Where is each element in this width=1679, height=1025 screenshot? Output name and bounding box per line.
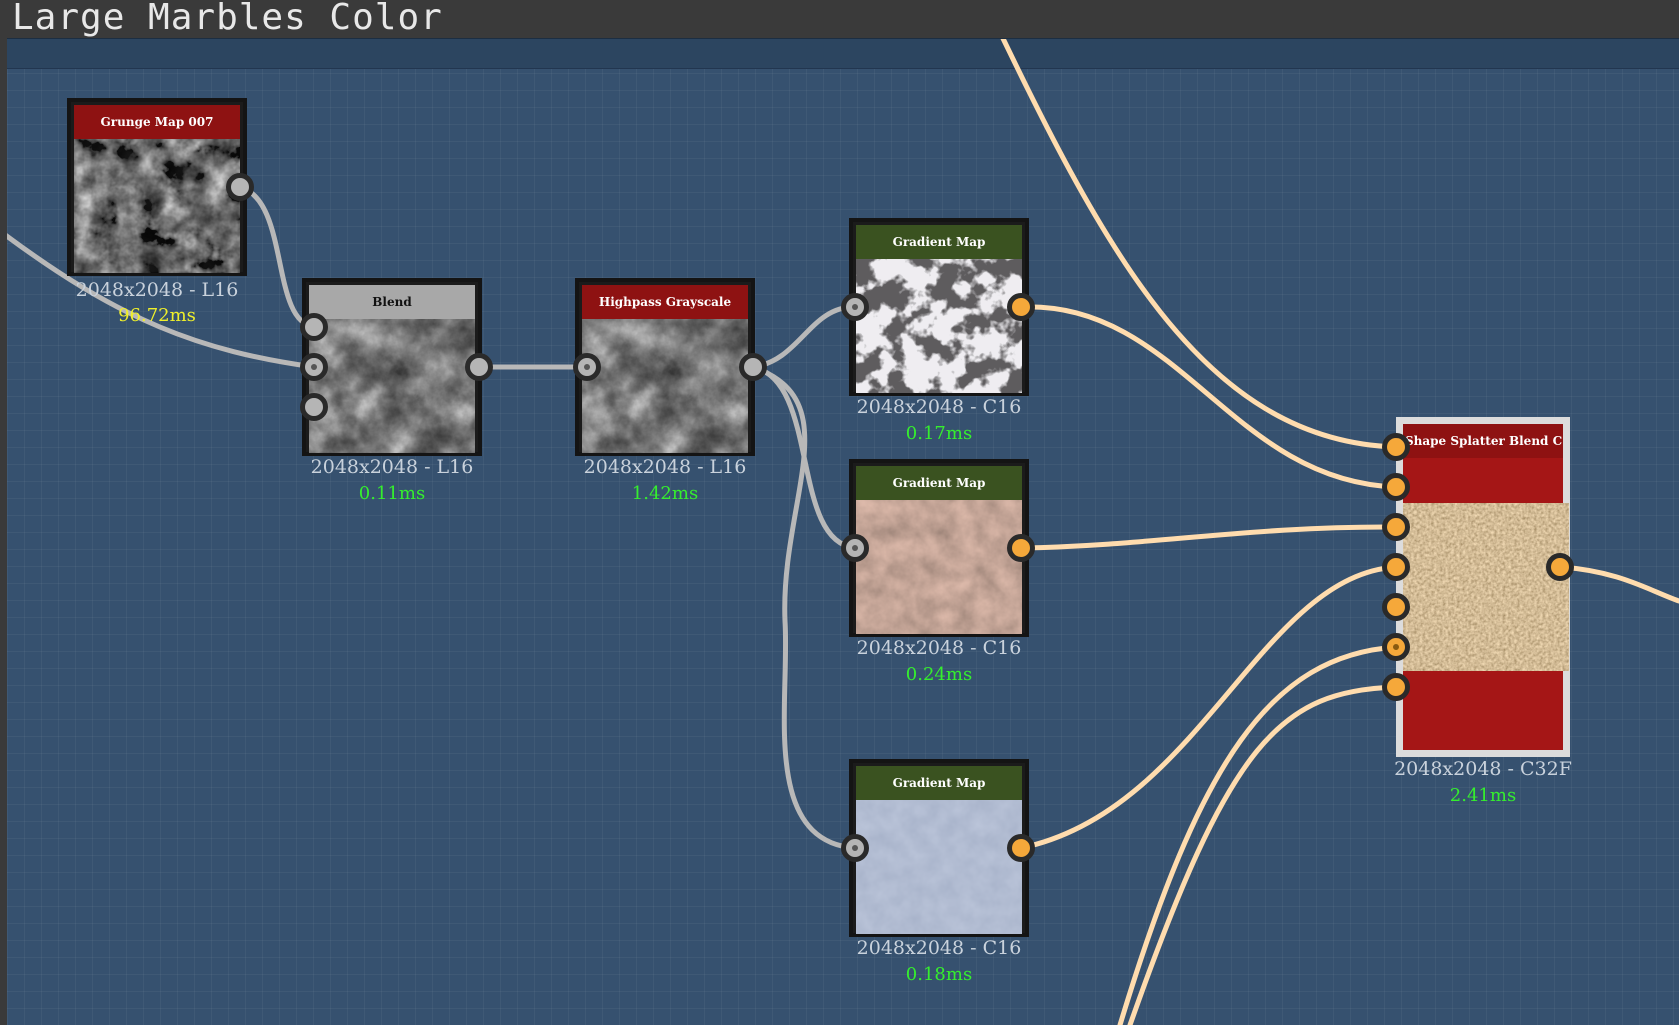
node-timing: 0.17ms xyxy=(905,423,973,444)
output-port[interactable] xyxy=(465,353,493,381)
output-port[interactable] xyxy=(1007,534,1035,562)
frame-title: Large Marbles Color xyxy=(12,0,443,38)
wire-gradient2-to-splatter xyxy=(1018,524,1399,551)
input-port-3[interactable] xyxy=(1382,513,1410,541)
input-port-background[interactable] xyxy=(300,353,328,381)
thumbnail-blend xyxy=(309,319,475,453)
input-port-mask[interactable] xyxy=(300,393,328,421)
node-timing: 2.41ms xyxy=(1449,785,1517,806)
node-timing: 0.18ms xyxy=(905,964,973,985)
node-grunge-map[interactable]: Grunge Map 007 xyxy=(67,98,247,276)
thumbnail-grunge xyxy=(74,139,240,273)
thumbnail-gradient-3 xyxy=(856,800,1022,934)
node-gradient-map-1[interactable]: Gradient Map xyxy=(849,218,1029,396)
node-title: Shape Splatter Blend C… xyxy=(1403,424,1563,458)
node-resolution: 2048x2048 - C32F xyxy=(1394,758,1572,780)
node-title: Grunge Map 007 xyxy=(74,105,240,139)
output-port[interactable] xyxy=(1546,553,1574,581)
output-port[interactable] xyxy=(226,173,254,201)
thumbnail-splatter xyxy=(1403,503,1569,671)
node-title: Blend xyxy=(309,285,475,319)
node-title: Gradient Map xyxy=(856,766,1022,800)
node-highpass-grayscale[interactable]: Highpass Grayscale xyxy=(575,278,755,456)
graph-canvas[interactable]: Grunge Map 007 2048x2048 - L16 96.72ms B… xyxy=(7,38,1679,1025)
input-port-foreground[interactable] xyxy=(300,313,328,341)
output-port[interactable] xyxy=(1007,834,1035,862)
node-shape-splatter-blend[interactable]: Shape Splatter Blend C… xyxy=(1396,417,1570,757)
wire-gradient3-to-splatter xyxy=(1018,564,1399,851)
node-timing: 96.72ms xyxy=(118,305,196,326)
input-port-7[interactable] xyxy=(1382,673,1410,701)
node-gradient-map-2[interactable]: Gradient Map xyxy=(849,459,1029,637)
input-port[interactable] xyxy=(841,834,869,862)
wire-offscreen-bottom-to-splatter-a xyxy=(1117,644,1399,1025)
input-port[interactable] xyxy=(841,293,869,321)
node-gradient-map-3[interactable]: Gradient Map xyxy=(849,759,1029,937)
output-port[interactable] xyxy=(1007,293,1035,321)
node-timing: 0.24ms xyxy=(905,664,973,685)
thumbnail-highpass xyxy=(582,319,748,453)
input-port[interactable] xyxy=(573,353,601,381)
input-port-6[interactable] xyxy=(1382,633,1410,661)
input-port[interactable] xyxy=(841,534,869,562)
node-title: Gradient Map xyxy=(856,466,1022,500)
node-resolution: 2048x2048 - L16 xyxy=(75,279,239,301)
wire-splatter-out xyxy=(1557,564,1679,604)
node-resolution: 2048x2048 - L16 xyxy=(583,456,747,478)
input-port-2[interactable] xyxy=(1382,473,1410,501)
wire-offscreen-bottom-to-splatter-b xyxy=(1127,684,1399,1025)
node-timing: 1.42ms xyxy=(631,483,699,504)
node-resolution: 2048x2048 - L16 xyxy=(310,456,474,478)
output-port[interactable] xyxy=(739,353,767,381)
input-port-1[interactable] xyxy=(1382,433,1410,461)
node-title: Highpass Grayscale xyxy=(582,285,748,319)
wire-highpass-to-gradient1 xyxy=(750,304,858,370)
input-port-4[interactable] xyxy=(1382,553,1410,581)
node-resolution: 2048x2048 - C16 xyxy=(856,937,1022,959)
wire-offscreen-top-to-splatter xyxy=(1000,39,1399,450)
node-blend[interactable]: Blend xyxy=(302,278,482,456)
node-title: Gradient Map xyxy=(856,225,1022,259)
node-resolution: 2048x2048 - C16 xyxy=(856,637,1022,659)
thumbnail-gradient-2 xyxy=(856,500,1022,634)
node-resolution: 2048x2048 - C16 xyxy=(856,396,1022,418)
thumbnail-gradient-1 xyxy=(856,259,1022,393)
input-port-5[interactable] xyxy=(1382,593,1410,621)
node-timing: 0.11ms xyxy=(358,483,426,504)
wire-gradient1-to-splatter xyxy=(1018,304,1399,490)
